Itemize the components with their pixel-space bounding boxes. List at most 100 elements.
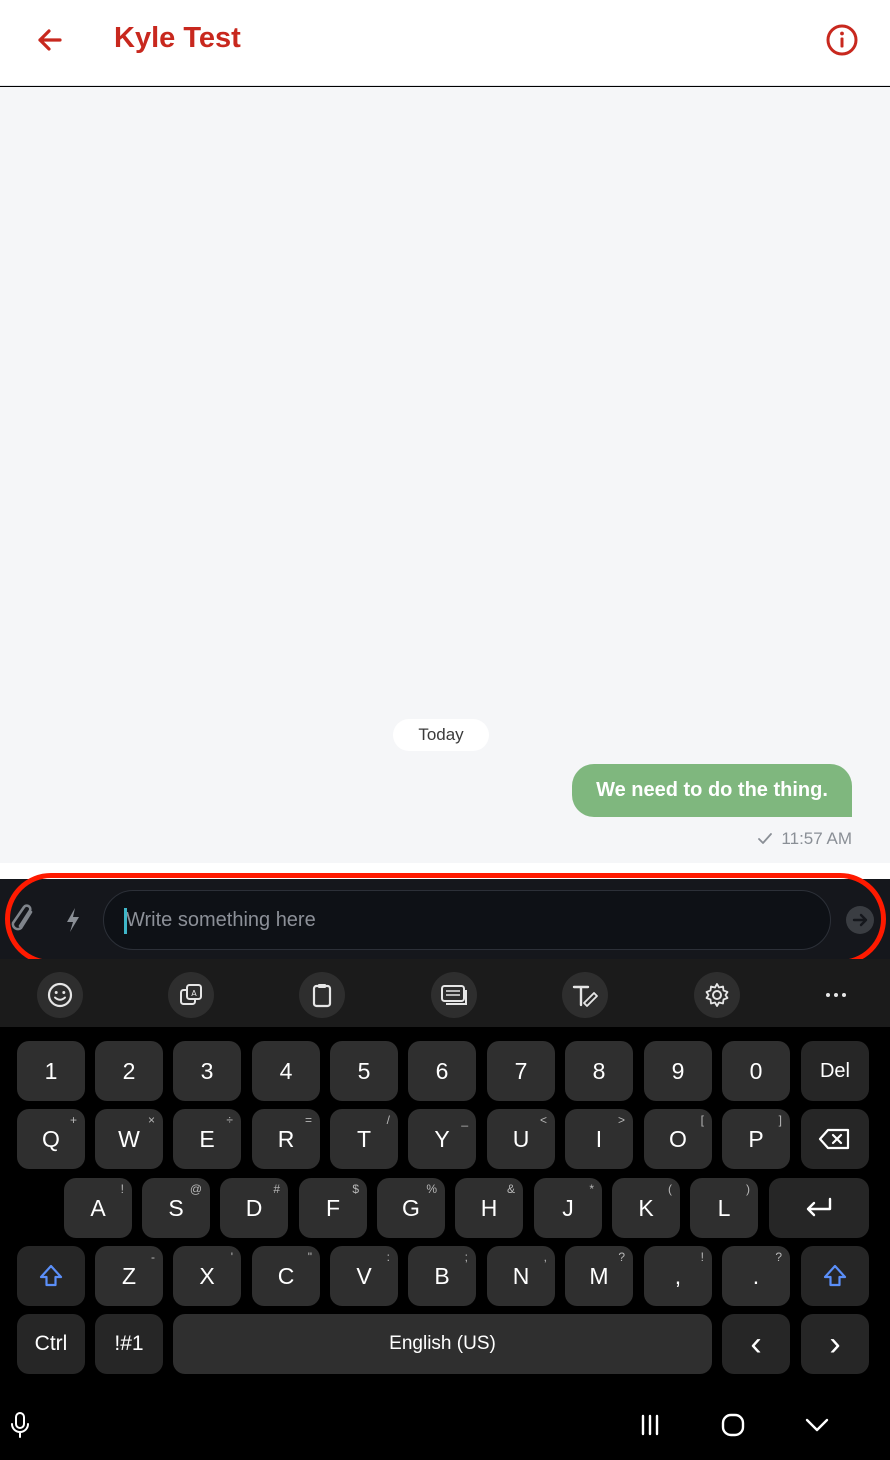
shift-key-right[interactable] — [801, 1246, 869, 1306]
key-j[interactable]: J * — [534, 1178, 602, 1238]
handwriting-icon — [572, 985, 598, 1007]
enter-key[interactable] — [769, 1178, 869, 1238]
key-l[interactable]: L) — [690, 1178, 758, 1238]
key-e[interactable]: E ÷ — [173, 1109, 241, 1169]
key-label: Q — [42, 1125, 60, 1152]
key-alt-label: * — [589, 1182, 594, 1196]
quick-reply-button[interactable] — [58, 900, 88, 940]
key-period[interactable]: .? — [722, 1246, 790, 1306]
clipboard-button[interactable] — [299, 972, 345, 1018]
keyboard-settings-button[interactable] — [694, 972, 740, 1018]
key-alt-label: " — [307, 1250, 312, 1264]
key-a[interactable]: A! — [64, 1178, 132, 1238]
key-7[interactable]: 7 — [487, 1041, 555, 1101]
key-label: F — [325, 1194, 341, 1221]
keyboard-mode-button[interactable] — [431, 972, 477, 1018]
key-5[interactable]: 5 — [330, 1041, 398, 1101]
backspace-key[interactable] — [801, 1109, 869, 1169]
svg-text:A: A — [191, 989, 197, 998]
key-label: N — [512, 1262, 530, 1289]
key-label: P — [748, 1125, 764, 1152]
right-arrow-key[interactable]: › — [801, 1314, 869, 1374]
key-3[interactable]: 3 — [173, 1041, 241, 1101]
key-alt-label: + — [69, 1113, 77, 1127]
key-0[interactable]: 0 — [722, 1041, 790, 1101]
info-button[interactable] — [824, 22, 860, 58]
key-w[interactable]: W × — [95, 1109, 163, 1169]
key-alt-label: ! — [700, 1250, 704, 1264]
key-b[interactable]: B; — [408, 1246, 476, 1306]
home-button[interactable] — [713, 1405, 753, 1445]
handwriting-button[interactable] — [562, 972, 608, 1018]
key-2[interactable]: 2 — [95, 1041, 163, 1101]
recent-apps-button[interactable] — [630, 1405, 670, 1445]
key-alt-label: ] — [778, 1113, 782, 1127]
send-button[interactable] — [846, 906, 874, 934]
key-f[interactable]: F $ — [299, 1178, 367, 1238]
key-d[interactable]: D # — [220, 1178, 288, 1238]
key-x[interactable]: X ' — [173, 1246, 241, 1306]
key-r[interactable]: R = — [252, 1109, 320, 1169]
emoji-button[interactable] — [37, 972, 83, 1018]
key-alt-label: ' — [230, 1250, 233, 1264]
key-alt-label: ! — [120, 1182, 124, 1196]
key-g[interactable]: G% — [377, 1178, 445, 1238]
key-alt-label: ? — [775, 1250, 782, 1264]
key-alt-label: > — [617, 1113, 625, 1127]
key-m[interactable]: M? — [565, 1246, 633, 1306]
key-alt-label: [ — [700, 1113, 704, 1127]
date-separator: Today — [393, 719, 489, 751]
key-9[interactable]: 9 — [644, 1041, 712, 1101]
attach-button[interactable] — [10, 900, 42, 940]
back-button[interactable] — [30, 20, 70, 60]
key-alt-label: / — [386, 1113, 390, 1127]
voice-input-button[interactable] — [0, 1405, 40, 1445]
more-options-button[interactable] — [813, 972, 859, 1018]
ctrl-key[interactable]: Ctrl — [17, 1314, 85, 1374]
key-6[interactable]: 6 — [408, 1041, 476, 1101]
key-q[interactable]: Q + — [17, 1109, 85, 1169]
delete-key[interactable]: Del — [801, 1041, 869, 1101]
key-label: A — [90, 1194, 106, 1221]
key-alt-label: % — [426, 1182, 437, 1196]
key-label: S — [168, 1194, 184, 1221]
key-n[interactable]: N, — [487, 1246, 555, 1306]
key-label: U — [512, 1125, 530, 1152]
key-s[interactable]: S @ — [142, 1178, 210, 1238]
key-o[interactable]: O[ — [644, 1109, 712, 1169]
paperclip-icon — [11, 904, 33, 931]
key-1[interactable]: 1 — [17, 1041, 85, 1101]
key-label: G — [402, 1194, 420, 1221]
key-alt-label: ÷ — [226, 1113, 233, 1127]
key-z[interactable]: Z- — [95, 1246, 163, 1306]
key-c[interactable]: C " — [252, 1246, 320, 1306]
sticker-icon: A — [180, 984, 202, 1005]
sticker-button[interactable]: A — [168, 972, 214, 1018]
key-p[interactable]: P] — [722, 1109, 790, 1169]
key-alt-label: & — [506, 1182, 515, 1196]
key-t[interactable]: T / — [330, 1109, 398, 1169]
shift-key-left[interactable] — [17, 1246, 85, 1306]
space-key[interactable]: English (US) — [173, 1314, 712, 1374]
hide-keyboard-button[interactable] — [797, 1405, 837, 1445]
message-time: 11:57 AM — [781, 829, 852, 848]
key-v[interactable]: V: — [330, 1246, 398, 1306]
enter-icon — [806, 1197, 832, 1217]
key-k[interactable]: K( — [612, 1178, 680, 1238]
left-arrow-key[interactable]: ‹ — [722, 1314, 790, 1374]
message-input[interactable] — [103, 890, 831, 950]
key-label: Y — [434, 1125, 450, 1152]
key-u[interactable]: U < — [487, 1109, 555, 1169]
key-h[interactable]: H & — [455, 1178, 523, 1238]
key-4[interactable]: 4 — [252, 1041, 320, 1101]
message-bubble[interactable]: We need to do the thing. — [572, 764, 852, 817]
key-comma[interactable]: ,! — [644, 1246, 712, 1306]
key-8[interactable]: 8 — [565, 1041, 633, 1101]
message-list[interactable]: Today We need to do the thing. 11:57 AM — [0, 87, 890, 863]
key-alt-label: ; — [464, 1250, 468, 1264]
key-y[interactable]: Y _ — [408, 1109, 476, 1169]
key-i[interactable]: I > — [565, 1109, 633, 1169]
symbols-key[interactable]: !#1 — [95, 1314, 163, 1374]
key-label: R — [277, 1125, 295, 1152]
key-alt-label: ( — [668, 1182, 672, 1196]
